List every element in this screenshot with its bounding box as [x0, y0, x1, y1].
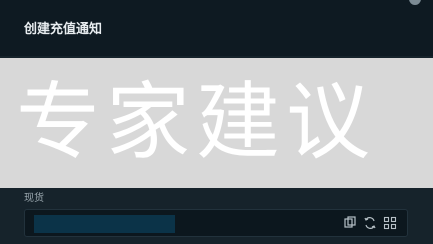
dialog-panel: 创建充值通知 专家建议 现货	[0, 0, 433, 244]
refresh-icon[interactable]	[363, 216, 377, 230]
spot-field-label: 现货	[24, 193, 44, 204]
close-icon[interactable]	[409, 0, 421, 5]
dialog-title: 创建充值通知	[24, 22, 103, 37]
copy-icon[interactable]	[343, 216, 357, 230]
grid-icon[interactable]	[383, 216, 397, 230]
spot-field-value	[34, 215, 175, 233]
recharge-notification-page: 创建充值通知 专家建议 现货	[0, 0, 433, 244]
dialog-header: 创建充值通知	[0, 0, 433, 56]
spot-field[interactable]	[24, 209, 408, 237]
overlay-text: 专家建议	[16, 76, 377, 168]
